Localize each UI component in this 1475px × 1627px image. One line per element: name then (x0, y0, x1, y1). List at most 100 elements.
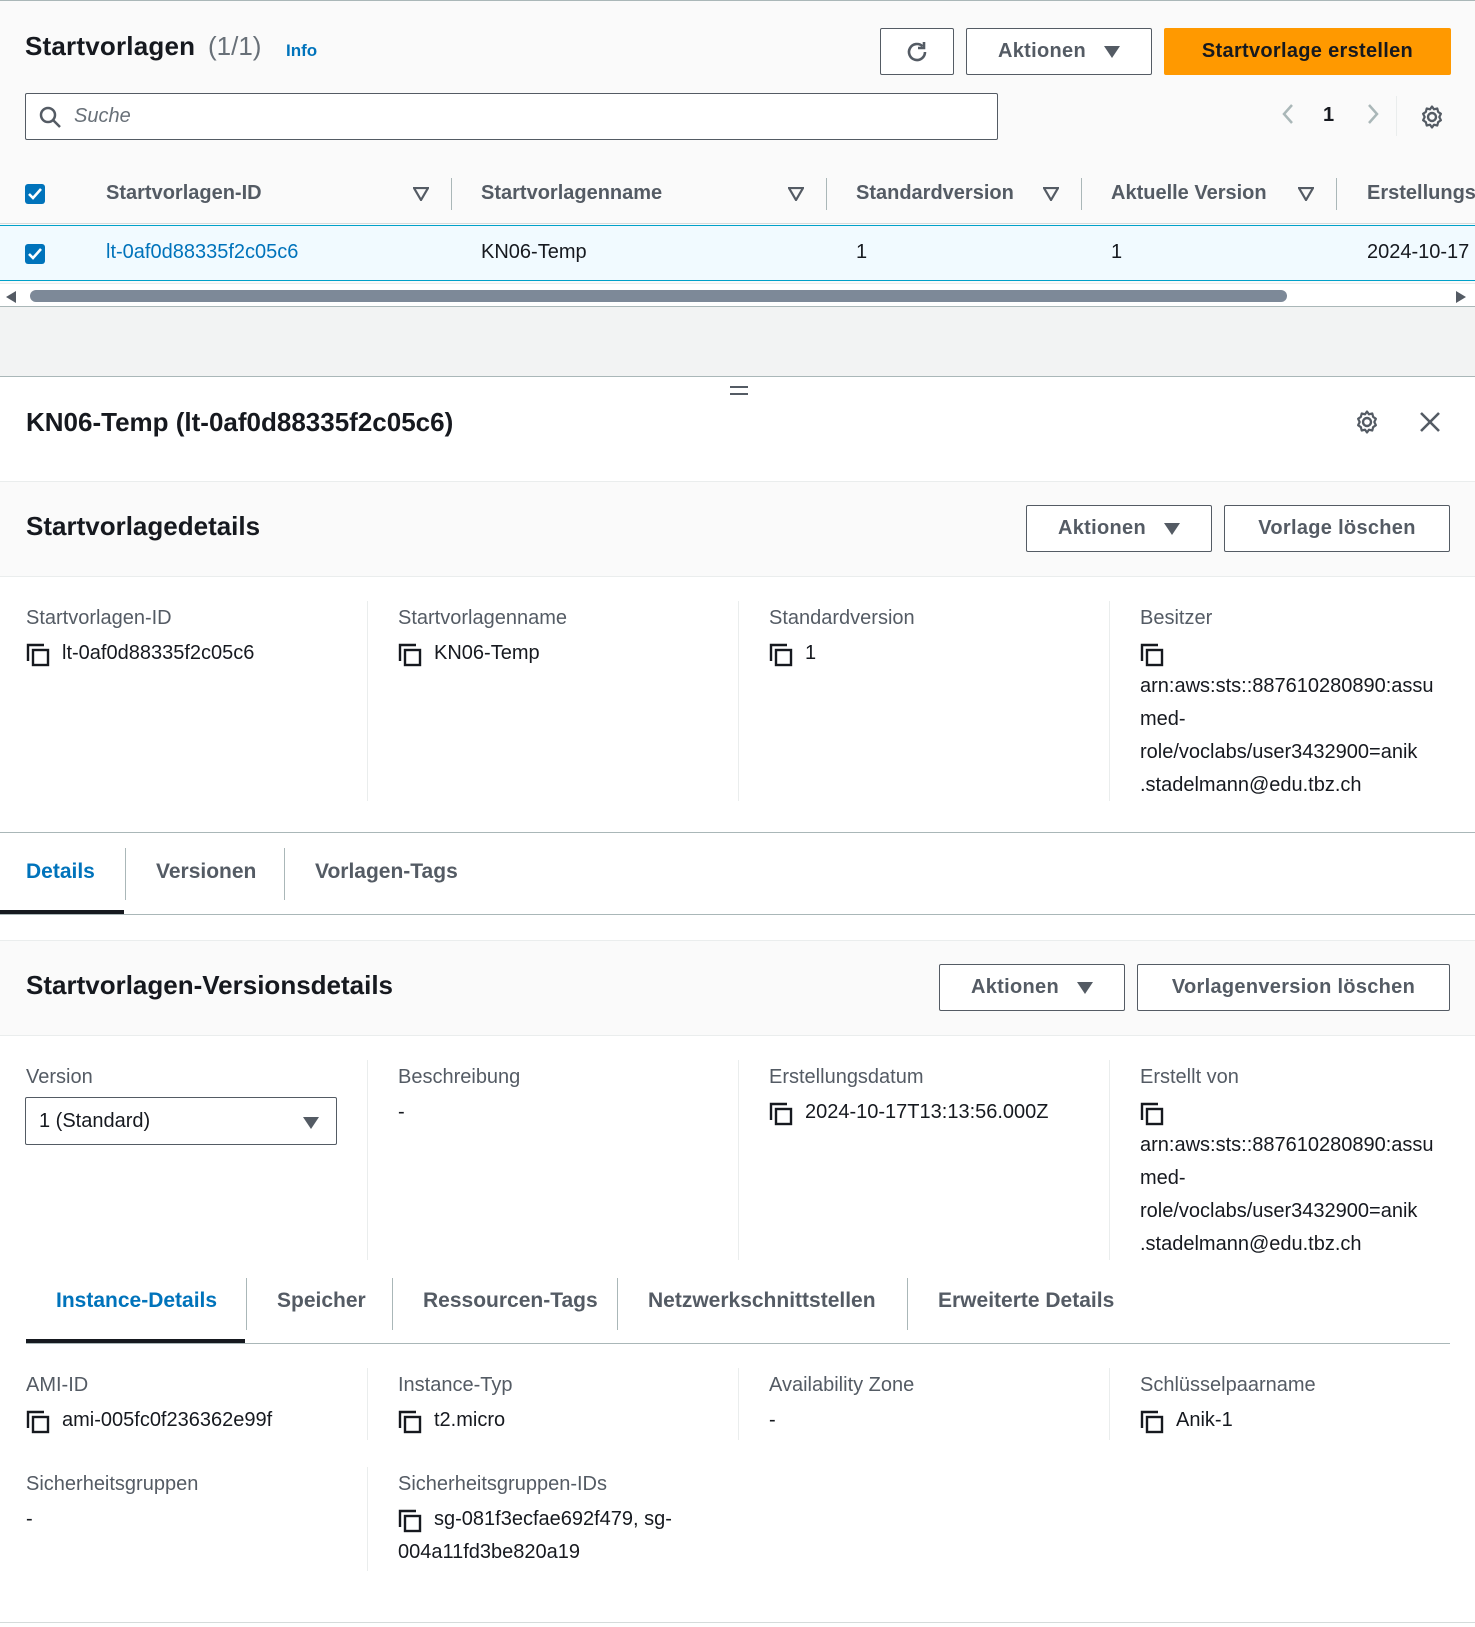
table-row[interactable]: lt-0af0d88335f2c05c6 KN06-Temp 1 1 2024-… (0, 225, 1475, 281)
launch-template-name-cell: KN06-Temp (481, 241, 587, 263)
tab-advanced-details[interactable]: Erweiterte Details (938, 1289, 1114, 1313)
created-cell: 2024-10-17 (1367, 241, 1470, 263)
check-icon (28, 248, 42, 260)
column-header-current-version[interactable]: Aktuelle Version (1111, 182, 1267, 205)
actions-label: Aktionen (998, 40, 1086, 62)
field-value-created-by-line: med- (1140, 1167, 1186, 1189)
field-value-security-groups: - (26, 1508, 33, 1530)
copy-icon[interactable] (398, 643, 422, 667)
chevron-left-icon[interactable] (1281, 103, 1295, 125)
copy-icon[interactable] (769, 1102, 793, 1126)
sort-icon[interactable] (1298, 187, 1314, 201)
details-actions-button[interactable]: Aktionen (1026, 505, 1212, 552)
gear-icon[interactable] (1354, 409, 1380, 435)
column-divider (738, 1060, 739, 1260)
column-divider (367, 1467, 368, 1571)
info-link[interactable]: Info (286, 41, 317, 61)
field-value-security-group-ids-line: sg-081f3ecfae692f479, sg- (434, 1508, 672, 1530)
column-divider (367, 601, 368, 801)
copy-icon[interactable] (398, 1410, 422, 1434)
field-label-security-group-ids: Sicherheitsgruppen-IDs (398, 1473, 607, 1495)
scroll-right-icon[interactable] (1456, 291, 1466, 303)
pager-divider (1396, 96, 1397, 136)
select-all-checkbox[interactable] (25, 184, 45, 204)
version-select[interactable]: 1 (Standard) (25, 1097, 337, 1145)
tab-storage[interactable]: Speicher (277, 1289, 366, 1313)
caret-down-icon (1076, 981, 1093, 994)
column-divider[interactable] (1336, 178, 1337, 210)
sort-icon[interactable] (788, 187, 804, 201)
column-header-default-version[interactable]: Standardversion (856, 182, 1014, 205)
scroll-left-icon[interactable] (6, 291, 16, 303)
chevron-right-icon[interactable] (1366, 103, 1380, 125)
copy-icon[interactable] (769, 643, 793, 667)
page-number[interactable]: 1 (1323, 104, 1334, 127)
column-divider[interactable] (451, 178, 452, 210)
copy-icon[interactable] (1140, 1410, 1164, 1434)
row-checkbox[interactable] (25, 244, 45, 264)
item-count: (1/1) (208, 31, 262, 61)
tab-divider (907, 1278, 908, 1330)
field-label-security-groups: Sicherheitsgruppen (26, 1473, 199, 1495)
tab-versions[interactable]: Versionen (156, 860, 256, 884)
column-header-created[interactable]: Erstellungs (1367, 182, 1475, 205)
copy-icon[interactable] (26, 1410, 50, 1434)
default-version-cell: 1 (856, 241, 868, 263)
refresh-icon (907, 41, 927, 61)
field-label-availability-zone: Availability Zone (769, 1374, 915, 1396)
column-header-id[interactable]: Startvorlagen-ID (106, 182, 262, 205)
current-version-cell: 1 (1111, 241, 1123, 263)
sort-icon[interactable] (1043, 187, 1059, 201)
field-value-created-by-line: role/voclabs/user3432900=anik (1140, 1200, 1418, 1222)
launch-template-id-link[interactable]: lt-0af0d88335f2c05c6 (106, 241, 298, 264)
copy-icon[interactable] (26, 643, 50, 667)
field-label-description: Beschreibung (398, 1066, 521, 1088)
field-label-version: Version (26, 1066, 93, 1088)
actions-dropdown-button[interactable]: Aktionen (966, 28, 1152, 75)
caret-down-icon (1163, 522, 1180, 535)
inner-tabs-bottom-border (26, 1343, 1450, 1344)
drag-handle-icon[interactable] (730, 386, 748, 400)
column-header-name[interactable]: Startvorlagenname (481, 182, 662, 205)
field-label-ami-id: AMI-ID (26, 1374, 89, 1396)
field-value-security-group-ids-line: 004a11fd3be820a19 (398, 1541, 581, 1563)
tab-divider (392, 1278, 393, 1330)
tab-divider (617, 1278, 618, 1330)
field-label-template-name: Startvorlagenname (398, 607, 567, 629)
field-value-created-by-line: arn:aws:sts::887610280890:assu (1140, 1134, 1434, 1156)
close-icon[interactable] (1419, 411, 1441, 433)
tab-template-tags[interactable]: Vorlagen-Tags (315, 860, 458, 884)
field-label-created-date: Erstellungsdatum (769, 1066, 924, 1088)
column-divider[interactable] (1081, 178, 1082, 210)
column-divider (367, 1368, 368, 1440)
column-divider[interactable] (826, 178, 827, 210)
version-details-title: Startvorlagen-Versionsdetails (26, 970, 394, 1000)
search-input[interactable]: Suche (25, 93, 998, 140)
gear-icon[interactable] (1419, 104, 1445, 130)
tab-resource-tags[interactable]: Ressourcen-Tags (423, 1289, 598, 1313)
field-value-owner-line: role/voclabs/user3432900=anik (1140, 741, 1418, 763)
copy-icon[interactable] (398, 1509, 422, 1533)
tabs-bottom-border (0, 914, 1475, 915)
field-value-created-date: 2024-10-17T13:13:56.000Z (805, 1101, 1049, 1123)
version-actions-button[interactable]: Aktionen (939, 964, 1125, 1011)
field-value-availability-zone: - (769, 1409, 776, 1431)
tab-divider (246, 1278, 247, 1330)
horizontal-scrollbar[interactable] (0, 283, 1475, 307)
field-label-owner: Besitzer (1140, 607, 1213, 629)
field-value-default-version: 1 (805, 642, 817, 664)
scrollbar-thumb[interactable] (30, 290, 1287, 302)
copy-icon[interactable] (1140, 643, 1164, 667)
tab-network-interfaces[interactable]: Netzwerkschnittstellen (648, 1289, 876, 1313)
tab-instance-details[interactable]: Instance-Details (56, 1289, 217, 1313)
column-divider (1109, 1368, 1110, 1440)
tab-details[interactable]: Details (26, 860, 95, 884)
create-launch-template-button[interactable]: Startvorlage erstellen (1164, 28, 1451, 75)
refresh-button[interactable] (880, 28, 954, 75)
delete-version-button[interactable]: Vorlagenversion löschen (1137, 964, 1450, 1011)
sort-icon[interactable] (413, 187, 429, 201)
search-icon (39, 106, 61, 128)
copy-icon[interactable] (1140, 1102, 1164, 1126)
delete-template-button[interactable]: Vorlage löschen (1224, 505, 1450, 552)
column-divider (1109, 601, 1110, 801)
